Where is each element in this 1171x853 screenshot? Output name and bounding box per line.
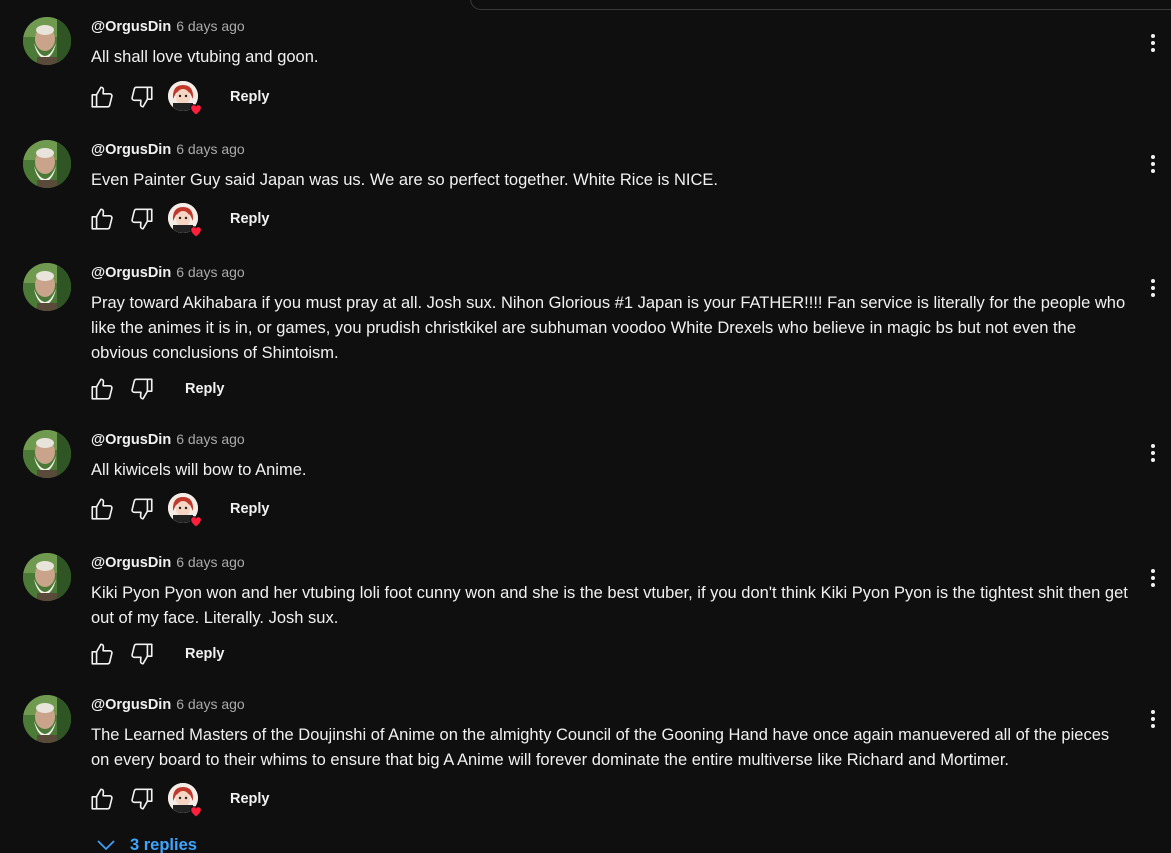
comment-timestamp[interactable]: 6 days ago: [176, 431, 245, 447]
comment-text: Kiki Pyon Pyon won and her vtubing loli …: [91, 584, 1128, 627]
author-name[interactable]: @OrgusDin: [91, 19, 171, 35]
more-vert-icon: [1151, 710, 1155, 714]
thumbs-up-icon: [91, 788, 113, 810]
more-vert-icon-dot: [1151, 41, 1155, 45]
more-actions-button[interactable]: [1143, 440, 1163, 466]
comment-header: @OrgusDin 6 days ago: [91, 553, 245, 571]
more-vert-icon: [1151, 155, 1155, 159]
replies-count-label: 3 replies: [130, 835, 197, 853]
more-vert-icon: [1151, 34, 1155, 38]
comment-text: All shall love vtubing and goon.: [91, 48, 319, 66]
reply-button[interactable]: Reply: [230, 205, 270, 233]
comment-timestamp[interactable]: 6 days ago: [176, 696, 245, 712]
author-avatar[interactable]: [23, 430, 71, 478]
more-actions-button[interactable]: [1143, 30, 1163, 56]
author-avatar[interactable]: [23, 263, 71, 311]
chevron-down-icon: [97, 840, 115, 851]
comment-header: @OrgusDin 6 days ago: [91, 695, 245, 713]
thumbs-up-icon: [91, 208, 113, 230]
author-name[interactable]: @OrgusDin: [91, 265, 171, 281]
more-actions-button[interactable]: [1143, 565, 1163, 591]
more-vert-icon: [1151, 569, 1155, 573]
reply-button[interactable]: Reply: [230, 495, 270, 523]
thumbs-down-icon: [131, 498, 153, 520]
author-avatar[interactable]: [23, 140, 71, 188]
dislike-button[interactable]: [128, 495, 156, 523]
author-name[interactable]: @OrgusDin: [91, 697, 171, 713]
like-button[interactable]: [88, 640, 116, 668]
reply-button[interactable]: Reply: [230, 83, 270, 111]
comment-header: @OrgusDin 6 days ago: [91, 17, 245, 35]
comment-header: @OrgusDin 6 days ago: [91, 263, 245, 281]
comment-text: The Learned Masters of the Doujinshi of …: [91, 726, 1110, 769]
dislike-button[interactable]: [128, 83, 156, 111]
more-actions-button[interactable]: [1143, 275, 1163, 301]
more-vert-icon-dot: [1151, 286, 1155, 290]
comment-timestamp[interactable]: 6 days ago: [176, 264, 245, 280]
like-button[interactable]: [88, 375, 116, 403]
like-button[interactable]: [88, 205, 116, 233]
thumbs-up-icon: [91, 86, 113, 108]
reply-button[interactable]: Reply: [185, 640, 225, 668]
more-actions-button[interactable]: [1143, 151, 1163, 177]
comment-text: Pray toward Akihabara if you must pray a…: [91, 294, 1126, 362]
comment-header: @OrgusDin 6 days ago: [91, 430, 245, 448]
author-name[interactable]: @OrgusDin: [91, 432, 171, 448]
more-vert-icon: [1151, 444, 1155, 448]
more-vert-icon-dot: [1151, 451, 1155, 455]
author-name[interactable]: @OrgusDin: [91, 142, 171, 158]
heart-icon: [190, 516, 202, 528]
creator-heart-badge[interactable]: [168, 81, 202, 116]
dislike-button[interactable]: [128, 375, 156, 403]
more-vert-icon-dot: [1151, 576, 1155, 580]
more-actions-button[interactable]: [1143, 706, 1163, 732]
dislike-button[interactable]: [128, 785, 156, 813]
heart-icon: [190, 104, 202, 116]
author-avatar[interactable]: [23, 17, 71, 65]
like-button[interactable]: [88, 785, 116, 813]
more-vert-icon-dot: [1151, 162, 1155, 166]
more-vert-icon-dot: [1151, 169, 1155, 173]
comment-timestamp[interactable]: 6 days ago: [176, 554, 245, 570]
more-vert-icon: [1151, 279, 1155, 283]
thumbs-up-icon: [91, 643, 113, 665]
creator-heart-badge[interactable]: [168, 783, 202, 818]
thumbs-down-icon: [131, 86, 153, 108]
creator-heart-badge[interactable]: [168, 493, 202, 528]
creator-heart-badge[interactable]: [168, 203, 202, 238]
author-avatar[interactable]: [23, 553, 71, 601]
comment-timestamp[interactable]: 6 days ago: [176, 18, 245, 34]
dislike-button[interactable]: [128, 205, 156, 233]
search-box-edge[interactable]: [470, 0, 1171, 10]
thumbs-down-icon: [131, 788, 153, 810]
more-vert-icon-dot: [1151, 293, 1155, 297]
comment-header: @OrgusDin 6 days ago: [91, 140, 245, 158]
like-button[interactable]: [88, 83, 116, 111]
like-button[interactable]: [88, 495, 116, 523]
comment-timestamp[interactable]: 6 days ago: [176, 141, 245, 157]
thumbs-up-icon: [91, 378, 113, 400]
more-vert-icon-dot: [1151, 48, 1155, 52]
thumbs-up-icon: [91, 498, 113, 520]
more-vert-icon-dot: [1151, 717, 1155, 721]
more-vert-icon-dot: [1151, 724, 1155, 728]
thumbs-down-icon: [131, 378, 153, 400]
author-avatar[interactable]: [23, 695, 71, 743]
reply-button[interactable]: Reply: [185, 375, 225, 403]
dislike-button[interactable]: [128, 640, 156, 668]
comment-text: All kiwicels will bow to Anime.: [91, 461, 307, 479]
more-vert-icon-dot: [1151, 458, 1155, 462]
comment-text: Even Painter Guy said Japan was us. We a…: [91, 171, 718, 189]
reply-button[interactable]: Reply: [230, 785, 270, 813]
thumbs-down-icon: [131, 643, 153, 665]
heart-icon: [190, 226, 202, 238]
author-name[interactable]: @OrgusDin: [91, 555, 171, 571]
more-vert-icon-dot: [1151, 583, 1155, 587]
heart-icon: [190, 806, 202, 818]
show-replies-button[interactable]: 3 replies: [96, 834, 197, 853]
thumbs-down-icon: [131, 208, 153, 230]
